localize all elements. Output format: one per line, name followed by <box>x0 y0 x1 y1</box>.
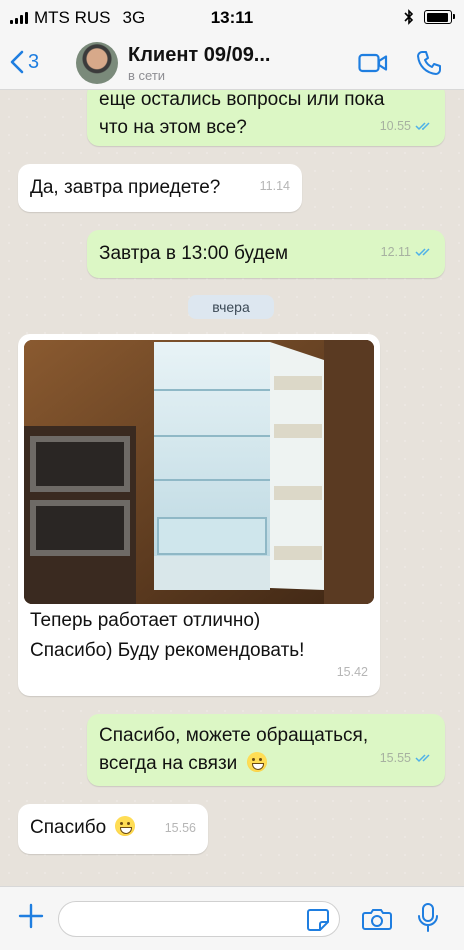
contact-status: в сети <box>128 68 166 83</box>
plus-icon[interactable] <box>18 903 44 929</box>
message-photo[interactable] <box>24 340 374 604</box>
chat-header: 3 Клиент 09/09... в сети <box>0 36 464 90</box>
message-text: Спасибо) Буду рекомендовать! <box>30 640 305 661</box>
message-outgoing[interactable]: Спасибо, можете обращаться, всегда на св… <box>87 714 445 786</box>
compose-bar <box>0 886 464 950</box>
message-text: еще остались вопросы или пока <box>99 90 385 110</box>
clock: 13:11 <box>210 8 254 27</box>
microphone-icon[interactable] <box>418 903 438 933</box>
back-button[interactable]: 3 <box>10 50 39 74</box>
unread-count: 3 <box>28 50 40 73</box>
message-time: 11.14 <box>259 179 290 193</box>
message-input[interactable] <box>58 901 340 937</box>
message-text: всегда на связи <box>99 753 238 774</box>
camera-icon[interactable] <box>362 907 392 931</box>
video-call-icon[interactable] <box>358 52 388 74</box>
phone-icon[interactable] <box>416 50 442 76</box>
message-text: Теперь работает отлично) <box>30 610 261 631</box>
message-incoming-photo[interactable]: Теперь работает отлично) Спасибо) Буду р… <box>18 334 380 696</box>
read-ticks-icon <box>415 122 430 131</box>
date-separator: вчера <box>188 295 274 319</box>
message-text: Да, завтра приедете? <box>30 177 221 198</box>
message-text: Завтра в 13:00 будем <box>99 243 289 264</box>
message-incoming[interactable]: Спасибо 15.56 <box>18 804 208 854</box>
grinning-emoji-icon <box>115 816 136 836</box>
avatar[interactable] <box>76 42 118 84</box>
contact-name[interactable]: Клиент 09/09... <box>128 44 270 67</box>
read-ticks-icon <box>415 248 430 257</box>
message-time: 15.42 <box>336 665 368 679</box>
grinning-emoji-icon <box>246 752 267 772</box>
message-text: Спасибо <box>30 817 107 838</box>
message-incoming[interactable]: Да, завтра приедете? 11.14 <box>18 164 302 212</box>
status-bar: MTS RUS 3G 13:11 <box>0 0 464 36</box>
sticker-icon[interactable] <box>306 908 330 932</box>
message-outgoing[interactable]: еще остались вопросы или пока что на это… <box>87 90 445 146</box>
chat-area[interactable]: еще остались вопросы или пока что на это… <box>0 90 464 886</box>
message-outgoing[interactable]: Завтра в 13:00 будем 12.11 <box>87 230 445 278</box>
message-time: 15.55 <box>379 751 411 765</box>
battery-icon <box>424 10 455 24</box>
message-time: 10.55 <box>379 119 411 133</box>
read-ticks-icon <box>415 754 430 763</box>
message-time: 12.11 <box>380 245 411 259</box>
message-time: 15.56 <box>164 821 196 835</box>
fridge-photo-image <box>24 340 374 604</box>
chevron-left-icon <box>10 50 24 74</box>
bluetooth-icon <box>404 9 414 25</box>
